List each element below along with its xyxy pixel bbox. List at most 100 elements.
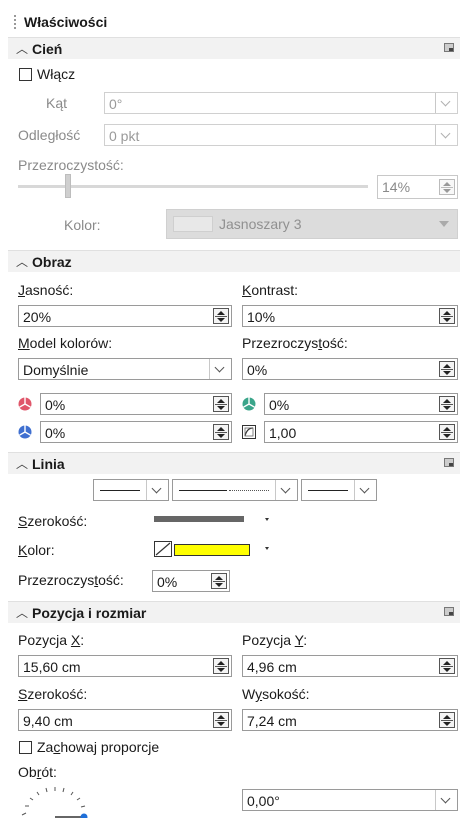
blue-channel-icon [18, 425, 32, 439]
pos-x-spinner[interactable]: 15,60 cm [18, 655, 232, 677]
section-header-image[interactable]: ︿ Obraz [8, 250, 460, 272]
dropdown-arrow-icon [439, 221, 449, 227]
red-channel-icon [18, 397, 32, 411]
pos-y-value: 4,96 cm [247, 659, 297, 675]
panel-title: Właściwości [24, 14, 108, 30]
red-value: 0% [45, 397, 66, 413]
image-transparency-value: 0% [247, 362, 268, 378]
rotation-dropdown[interactable]: 0,00° [242, 789, 458, 811]
line-transparency-value: 0% [157, 574, 178, 590]
pos-y-spinner[interactable]: 4,96 cm [242, 655, 458, 677]
size-height-spinner[interactable]: 7,24 cm [242, 709, 458, 731]
chevron-down-icon [275, 480, 297, 500]
shadow-angle-value: 0° [109, 96, 123, 112]
size-width-value: 9,40 cm [23, 713, 73, 729]
chevron-down-icon [435, 790, 457, 810]
spin-buttons-icon[interactable] [439, 712, 455, 728]
arrow-start-dropdown[interactable] [93, 479, 169, 501]
contrast-spinner[interactable]: 10% [242, 305, 458, 327]
rotation-label: Obrót: [18, 764, 57, 780]
line-color-swatch[interactable] [174, 544, 250, 556]
chevron-down-icon [146, 480, 168, 500]
size-height-label: Wysokość: [242, 686, 310, 702]
blue-value: 0% [45, 425, 66, 441]
gamma-value: 1,00 [269, 425, 297, 441]
line-color-pen-icon[interactable] [154, 541, 172, 557]
gamma-spinner[interactable]: 1,00 [264, 421, 458, 443]
section-header-line[interactable]: ︿ Linia [8, 452, 460, 474]
line-width-preview[interactable] [154, 516, 244, 522]
line-style-dotted-icon [229, 490, 269, 491]
chevron-down-icon [435, 93, 457, 113]
shadow-distance-value: 0 pkt [109, 128, 140, 144]
chevron-up-icon: ︿ [16, 42, 29, 56]
line-color-label: Kolor: [18, 542, 55, 558]
green-spinner[interactable]: 0% [264, 393, 458, 415]
contrast-label: Kontrast: [242, 282, 299, 298]
pos-x-value: 15,60 cm [23, 659, 81, 675]
spin-buttons-icon[interactable] [439, 361, 455, 377]
size-width-spinner[interactable]: 9,40 cm [18, 709, 232, 731]
line-transparency-label: Przezroczystość: [18, 572, 124, 588]
shadow-transparency-slider-handle[interactable] [65, 174, 71, 198]
arrow-end-dropdown[interactable] [301, 479, 377, 501]
rotation-dial-icon[interactable] [18, 782, 90, 818]
spin-buttons-icon[interactable] [439, 424, 455, 440]
spin-buttons-icon[interactable] [439, 658, 455, 674]
spin-buttons-icon[interactable] [211, 573, 227, 589]
brightness-label: Jasność: [18, 282, 74, 298]
spin-buttons-icon[interactable] [213, 308, 229, 324]
drag-grip-icon[interactable] [14, 15, 16, 29]
pos-x-label: Pozycja X: [18, 632, 85, 648]
more-options-icon[interactable] [444, 607, 454, 616]
brightness-spinner[interactable]: 20% [18, 305, 232, 327]
spin-buttons-icon[interactable] [213, 658, 229, 674]
line-style-dropdown[interactable] [172, 479, 298, 501]
shadow-angle-dropdown[interactable]: 0° [104, 92, 458, 114]
line-width-label: Szerokość: [18, 513, 88, 529]
green-value: 0% [269, 397, 290, 413]
shadow-angle-label: Kąt [46, 95, 68, 111]
spin-buttons-icon[interactable] [439, 396, 455, 412]
size-width-label: Szerokość: [18, 686, 88, 702]
image-transparency-spinner[interactable]: 0% [242, 358, 458, 380]
section-header-shadow[interactable]: ︿ Cień [8, 37, 460, 59]
shadow-enable-label: Włącz [37, 66, 76, 82]
color-mode-dropdown[interactable]: Domyślnie [18, 358, 232, 380]
shadow-transparency-spinner[interactable]: 14% [377, 175, 458, 199]
keep-ratio-checkbox[interactable] [19, 741, 32, 754]
more-options-icon[interactable] [444, 43, 454, 52]
chevron-down-icon [209, 359, 231, 379]
shadow-color-value: Jasnoszary 3 [219, 216, 302, 232]
line-color-dropdown-icon[interactable] [265, 547, 269, 550]
spin-buttons-icon[interactable] [439, 308, 455, 324]
section-title-shadow: Cień [32, 41, 63, 57]
shadow-enable-checkbox[interactable] [19, 68, 32, 81]
line-width-dropdown-icon[interactable] [265, 518, 269, 521]
chevron-up-icon: ︿ [16, 457, 29, 471]
line-transparency-spinner[interactable]: 0% [152, 570, 230, 592]
blue-spinner[interactable]: 0% [40, 421, 232, 443]
size-height-value: 7,24 cm [247, 713, 297, 729]
shadow-transparency-label: Przezroczystość: [18, 157, 124, 173]
contrast-value: 10% [247, 309, 276, 325]
section-header-position[interactable]: ︿ Pozycja i rozmiar [8, 601, 460, 623]
line-style-solid-icon [179, 490, 227, 491]
brightness-value: 20% [23, 309, 52, 325]
keep-ratio-label: Zachowaj proporcje [37, 739, 160, 755]
spin-buttons-icon[interactable] [213, 396, 229, 412]
spin-buttons-icon[interactable] [213, 424, 229, 440]
shadow-color-dropdown[interactable]: Jasnoszary 3 [166, 209, 458, 239]
shadow-distance-label: Odległość [18, 127, 81, 143]
chevron-up-icon: ︿ [16, 606, 29, 620]
chevron-down-icon [435, 125, 457, 145]
spin-buttons-icon[interactable] [439, 179, 455, 195]
gamma-icon [242, 425, 256, 439]
color-mode-value: Domyślnie [23, 362, 89, 378]
shadow-distance-dropdown[interactable]: 0 pkt [104, 124, 458, 146]
more-options-icon[interactable] [444, 458, 454, 467]
rotation-value: 0,00° [247, 793, 280, 809]
shadow-color-swatch [173, 216, 213, 232]
spin-buttons-icon[interactable] [213, 712, 229, 728]
red-spinner[interactable]: 0% [40, 393, 232, 415]
